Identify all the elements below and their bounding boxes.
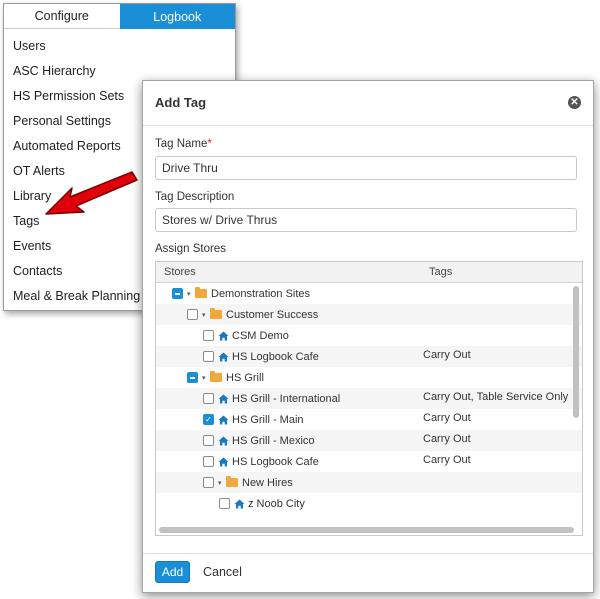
tag-name-label-text: Tag Name	[155, 138, 208, 150]
store-checkbox[interactable]: ✓	[203, 414, 214, 425]
home-icon	[218, 436, 229, 446]
grid-header: Stores Tags	[156, 262, 582, 283]
store-checkbox[interactable]	[203, 393, 214, 404]
store-tags: Carry Out, Table Service Only	[423, 391, 569, 403]
store-name: HS Logbook Cafe	[232, 350, 319, 363]
tree-row-content: CSM Demo	[203, 325, 289, 346]
horizontal-scrollbar[interactable]	[159, 527, 574, 533]
column-header-tags[interactable]: Tags	[429, 266, 452, 278]
column-header-stores[interactable]: Stores	[164, 266, 196, 278]
store-name: HS Grill - Mexico	[232, 434, 315, 447]
store-tags: Carry Out	[423, 433, 471, 445]
tree-row-content: HS Logbook Cafe	[203, 346, 319, 367]
tree-row[interactable]: z Noob City	[156, 493, 582, 514]
tree-row-content: HS Logbook Cafe	[203, 451, 319, 472]
assign-stores-label: Assign Stores	[155, 243, 226, 255]
tree-row[interactable]: ▾ New Hires	[156, 472, 582, 493]
tree-row[interactable]: CSM Demo	[156, 325, 582, 346]
store-checkbox[interactable]	[203, 435, 214, 446]
store-checkbox[interactable]	[203, 351, 214, 362]
home-icon	[218, 415, 229, 425]
tree-row[interactable]: HS Logbook Cafe Carry Out	[156, 451, 582, 472]
store-checkbox[interactable]	[203, 330, 214, 341]
home-icon	[218, 331, 229, 341]
store-name: Demonstration Sites	[211, 287, 311, 300]
folder-icon	[226, 476, 238, 487]
tag-name-label: Tag Name*	[155, 138, 212, 150]
required-marker: *	[207, 138, 212, 150]
store-name: Customer Success	[226, 308, 319, 321]
tree-row[interactable]: ▾ Customer Success	[156, 304, 582, 325]
expand-caret-icon[interactable]: ▾	[202, 374, 208, 382]
store-name: CSM Demo	[232, 329, 289, 342]
store-name: z Noob City	[248, 497, 305, 510]
home-icon	[234, 499, 245, 509]
store-name: HS Grill - International	[232, 392, 341, 405]
store-name: New Hires	[242, 476, 293, 489]
add-button[interactable]: Add	[155, 561, 190, 583]
store-name: HS Logbook Cafe	[232, 455, 319, 468]
tree-row[interactable]: HS Grill - Mexico Carry Out	[156, 430, 582, 451]
dialog-footer: Add Cancel	[143, 553, 593, 592]
cancel-button[interactable]: Cancel	[203, 565, 242, 579]
store-name: HS Grill	[226, 371, 264, 384]
expand-caret-icon[interactable]: ▾	[218, 479, 224, 487]
tree-row[interactable]: HS Grill - International Carry Out, Table…	[156, 388, 582, 409]
tree-row-content: HS Grill - Mexico	[203, 430, 315, 451]
tree-row-content: z Noob City	[219, 493, 305, 514]
store-checkbox[interactable]	[172, 288, 183, 299]
store-checkbox[interactable]	[203, 477, 214, 488]
tag-name-input[interactable]	[155, 156, 577, 180]
store-tags: Carry Out	[423, 412, 471, 424]
expand-caret-icon[interactable]: ▾	[202, 311, 208, 319]
dialog-header: Add Tag ✕	[143, 81, 593, 126]
home-icon	[218, 457, 229, 467]
tree-row-content: ▾ HS Grill	[187, 367, 264, 388]
store-tags: Carry Out	[423, 454, 471, 466]
grid-body: ▾ Demonstration Sites ▾ Customer Success CSM…	[156, 283, 582, 524]
tag-description-input[interactable]	[155, 208, 577, 232]
store-checkbox[interactable]	[203, 456, 214, 467]
tree-row[interactable]: ▾ Demonstration Sites	[156, 283, 582, 304]
tag-description-label: Tag Description	[155, 191, 235, 203]
tree-row-content: ▾ Demonstration Sites	[172, 283, 310, 304]
expand-caret-icon[interactable]: ▾	[187, 290, 193, 298]
store-checkbox[interactable]	[187, 309, 198, 320]
tree-row[interactable]: ✓ HS Grill - Main Carry Out	[156, 409, 582, 430]
tree-row-content: ✓ HS Grill - Main	[203, 409, 304, 430]
folder-icon	[210, 371, 222, 382]
tree-row-content: ▾ Customer Success	[187, 304, 318, 325]
store-checkbox[interactable]	[219, 498, 230, 509]
tab-configure[interactable]: Configure	[4, 4, 120, 29]
store-name: HS Grill - Main	[232, 413, 304, 426]
stores-grid: Stores Tags ▾ Demonstration Sites ▾ Custome…	[155, 261, 583, 536]
red-arrow-icon	[45, 171, 138, 215]
dialog-title: Add Tag	[155, 95, 207, 110]
tree-row[interactable]: HS Logbook Cafe Carry Out	[156, 346, 582, 367]
tree-row-content: HS Grill - International	[203, 388, 340, 409]
folder-icon	[195, 287, 207, 298]
add-tag-dialog: Add Tag ✕ Tag Name* Tag Description Assi…	[142, 80, 594, 593]
menu-tabs: Configure Logbook	[4, 4, 235, 29]
vertical-scrollbar[interactable]	[573, 286, 579, 418]
home-icon	[218, 352, 229, 362]
tree-row-content: ▾ New Hires	[203, 472, 293, 493]
menu-item-users[interactable]: Users	[4, 34, 235, 59]
tab-logbook[interactable]: Logbook	[119, 4, 235, 29]
home-icon	[218, 394, 229, 404]
store-checkbox[interactable]	[187, 372, 198, 383]
close-icon[interactable]: ✕	[568, 96, 581, 109]
folder-icon	[210, 308, 222, 319]
tree-row[interactable]: ▾ HS Grill	[156, 367, 582, 388]
store-tags: Carry Out	[423, 349, 471, 361]
